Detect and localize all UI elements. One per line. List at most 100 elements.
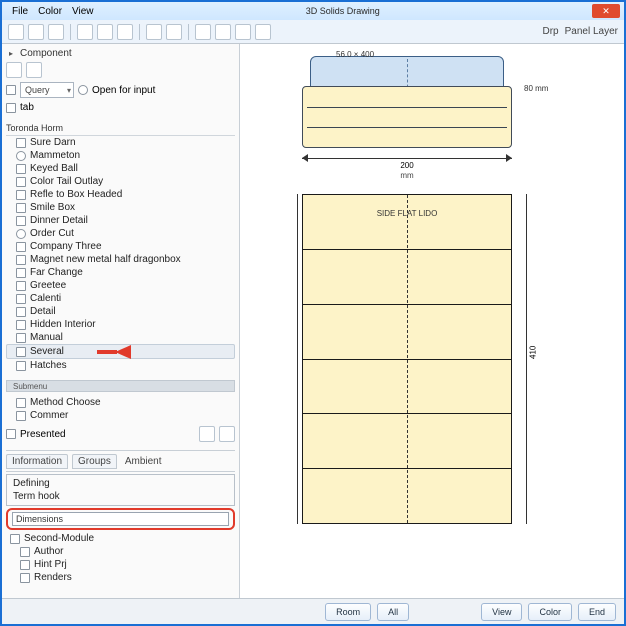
- box-icon: [16, 216, 26, 226]
- tree-item[interactable]: Order Cut: [6, 227, 235, 240]
- menu-file[interactable]: File: [12, 6, 28, 17]
- drawing-canvas[interactable]: 56.0 × 400 80 mm 200 mm SIDE FLAT LIDO: [240, 44, 624, 598]
- query-row: Query Open for input: [6, 82, 235, 98]
- width-value: 200: [400, 161, 413, 170]
- vertical-dimension: 410: [526, 194, 542, 524]
- toolbar: Drp Panel Layer: [2, 20, 624, 44]
- query-dropdown[interactable]: Query: [20, 82, 74, 98]
- tree-item[interactable]: Detail: [6, 305, 235, 318]
- tree-item-label: Detail: [30, 306, 56, 317]
- tree-item-label: Magnet new metal half dragonbox: [30, 254, 181, 265]
- tb-grid-icon[interactable]: [195, 24, 211, 40]
- tb-cut-icon[interactable]: [77, 24, 93, 40]
- dimension-input[interactable]: Dimensions: [12, 512, 229, 526]
- tab-groups[interactable]: Groups: [72, 454, 117, 469]
- tree-item[interactable]: Calenti: [6, 292, 235, 305]
- window-title: 3D Solids Drawing: [94, 6, 592, 16]
- tree-item-label: Greetee: [30, 280, 66, 291]
- dim-tab-label: tab: [20, 102, 34, 113]
- tree-item[interactable]: Hidden Interior: [6, 318, 235, 331]
- tree-item-label: Company Three: [30, 241, 102, 252]
- tree-item-label: Far Change: [30, 267, 83, 278]
- menubar: File Color View: [12, 6, 94, 17]
- tree-item-label: Method Choose: [30, 397, 101, 408]
- tb-measure-icon[interactable]: [235, 24, 251, 40]
- side-header[interactable]: ▸ Component: [6, 48, 235, 59]
- tree-item-label: Keyed Ball: [30, 163, 78, 174]
- footer-room-button[interactable]: Room: [325, 603, 371, 621]
- width-unit: mm: [400, 171, 413, 180]
- side-btn-2[interactable]: [26, 62, 42, 78]
- sub-bar[interactable]: Submenu: [6, 380, 235, 392]
- tb-open-icon[interactable]: [28, 24, 44, 40]
- page-icon: [16, 294, 26, 304]
- footer: Room All View Color End: [2, 598, 624, 624]
- tb-redo-icon[interactable]: [166, 24, 182, 40]
- tree-item-label: Sure Darn: [30, 137, 76, 148]
- close-button[interactable]: ✕: [592, 4, 620, 18]
- sheet-header: SIDE FLAT LIDO: [303, 209, 511, 218]
- tree-item[interactable]: Mammeton: [6, 149, 235, 162]
- tree-item[interactable]: Smile Box: [6, 201, 235, 214]
- tree-item-label: Hatches: [30, 360, 67, 371]
- tree-item[interactable]: Keyed Ball: [6, 162, 235, 175]
- tree-item[interactable]: Dinner Detail: [6, 214, 235, 227]
- tree-item[interactable]: Method Choose: [6, 396, 235, 409]
- box-3d-view: [302, 56, 512, 152]
- tb-new-icon[interactable]: [8, 24, 24, 40]
- tab-info[interactable]: Information: [6, 454, 68, 469]
- side-btn-1[interactable]: [6, 62, 22, 78]
- canvas-content: 56.0 × 400 80 mm 200 mm SIDE FLAT LIDO: [246, 50, 618, 592]
- tb-zoom-icon[interactable]: [255, 24, 271, 40]
- prop-label: Second-Module: [24, 533, 94, 544]
- box-icon: [16, 164, 26, 174]
- toolbar-right-2[interactable]: Panel Layer: [565, 26, 618, 37]
- tb-layer-icon[interactable]: [215, 24, 231, 40]
- panel-btn-1[interactable]: [199, 426, 215, 442]
- prop-item[interactable]: Term hook: [9, 490, 232, 503]
- tab-ambient[interactable]: Ambient: [125, 456, 162, 467]
- footer-all-button[interactable]: All: [377, 603, 409, 621]
- tree-item-label: Smile Box: [30, 202, 75, 213]
- footer-view-button[interactable]: View: [481, 603, 522, 621]
- tb-save-icon[interactable]: [48, 24, 64, 40]
- side-header-label: Component: [20, 48, 72, 59]
- toolbar-right-1[interactable]: Drp: [543, 26, 559, 37]
- box-icon: [16, 255, 26, 265]
- footer-color-button[interactable]: Color: [528, 603, 572, 621]
- footer-end-button[interactable]: End: [578, 603, 616, 621]
- tb-copy-icon[interactable]: [97, 24, 113, 40]
- tree-item[interactable]: Color Tail Outlay: [6, 175, 235, 188]
- tree-item[interactable]: Sure Darn: [6, 136, 235, 149]
- properties-panel: Defining Term hook Dimensions Second-Mod…: [6, 471, 235, 598]
- tb-undo-icon[interactable]: [146, 24, 162, 40]
- tree-item[interactable]: Greetee: [6, 279, 235, 292]
- prop-item[interactable]: Defining: [9, 477, 232, 490]
- tree-item-label: Mammeton: [30, 150, 80, 161]
- prop-item[interactable]: Second-Module: [6, 532, 235, 545]
- prop-item[interactable]: Renders: [6, 571, 235, 584]
- tree-item[interactable]: Far Change: [6, 266, 235, 279]
- dimension-side: 80 mm: [524, 84, 548, 93]
- box-icon: [16, 333, 26, 343]
- prop-item[interactable]: Hint Prj: [6, 558, 235, 571]
- tree-item[interactable]: Magnet new metal half dragonbox: [6, 253, 235, 266]
- fold-line: [303, 468, 511, 469]
- fold-line: [303, 249, 511, 250]
- box-icon: [20, 560, 30, 570]
- tree-item[interactable]: Manual: [6, 331, 235, 344]
- box-icon: [16, 138, 26, 148]
- tree-item[interactable]: Commer: [6, 409, 235, 422]
- panel-btn-2[interactable]: [219, 426, 235, 442]
- menu-color[interactable]: Color: [38, 6, 62, 17]
- tree-item-highlight[interactable]: Several: [6, 344, 235, 359]
- option-icon: [78, 85, 88, 95]
- prop-item[interactable]: Author: [6, 545, 235, 558]
- tree-item[interactable]: Refle to Box Headed: [6, 188, 235, 201]
- page-icon: [16, 320, 26, 330]
- tree-item[interactable]: Company Three: [6, 240, 235, 253]
- tb-paste-icon[interactable]: [117, 24, 133, 40]
- menu-view[interactable]: View: [72, 6, 94, 17]
- page-icon: [16, 361, 26, 371]
- tree-item[interactable]: Hatches: [6, 359, 235, 372]
